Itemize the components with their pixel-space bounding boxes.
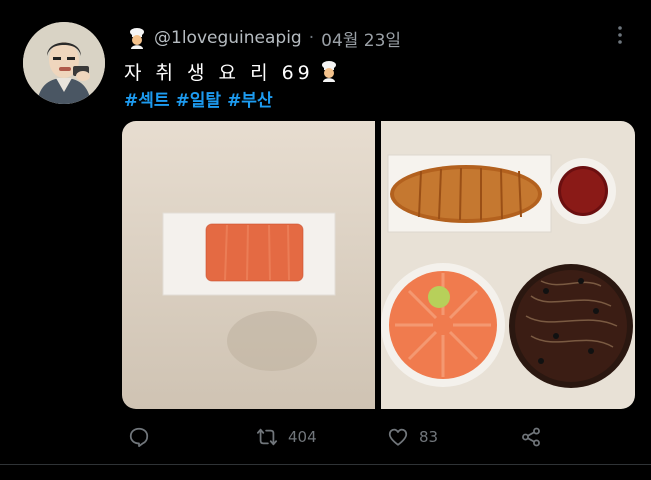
retweet-button[interactable]: 404	[256, 422, 317, 452]
share-icon	[522, 427, 540, 447]
hashtag-row: #섹트 #일탈 #부산	[124, 86, 273, 111]
tweet-date[interactable]: 04월 23일	[321, 26, 401, 51]
avatar-illustration	[23, 22, 105, 104]
photo-meal-set[interactable]	[381, 121, 635, 409]
reply-icon	[129, 427, 149, 448]
like-button[interactable]: 83	[387, 422, 438, 452]
chef-emoji-icon	[126, 27, 148, 49]
tweet-actions: 404 83	[0, 422, 651, 452]
photo-salmon-plate[interactable]	[122, 121, 375, 409]
hashtag-link[interactable]: #섹트	[124, 86, 170, 111]
tweet-media[interactable]	[122, 121, 635, 409]
separator-dot: ·	[308, 28, 315, 48]
avatar[interactable]	[23, 22, 105, 104]
retweet-count: 404	[288, 428, 317, 446]
tweet-header: @1loveguineapig · 04월 23일	[126, 26, 401, 51]
tweet-handle[interactable]: @1loveguineapig	[154, 28, 302, 48]
tweet-text: 자 취 생 요 리 69	[124, 61, 314, 84]
share-button[interactable]	[520, 422, 552, 452]
more-icon[interactable]	[613, 24, 627, 48]
retweet-icon	[256, 428, 278, 446]
hashtag-link[interactable]: #부산	[227, 86, 273, 111]
tweet-text-row: 자 취 생 요 리 69	[124, 58, 340, 84]
heart-icon	[388, 428, 408, 446]
reply-button[interactable]	[128, 422, 160, 452]
hashtag-link[interactable]: #일탈	[176, 86, 222, 111]
tweet[interactable]: @1loveguineapig · 04월 23일 자 취 생 요 리 69 #…	[0, 0, 651, 480]
chef-emoji-icon	[318, 60, 340, 82]
divider	[0, 464, 651, 465]
like-count: 83	[419, 428, 439, 446]
